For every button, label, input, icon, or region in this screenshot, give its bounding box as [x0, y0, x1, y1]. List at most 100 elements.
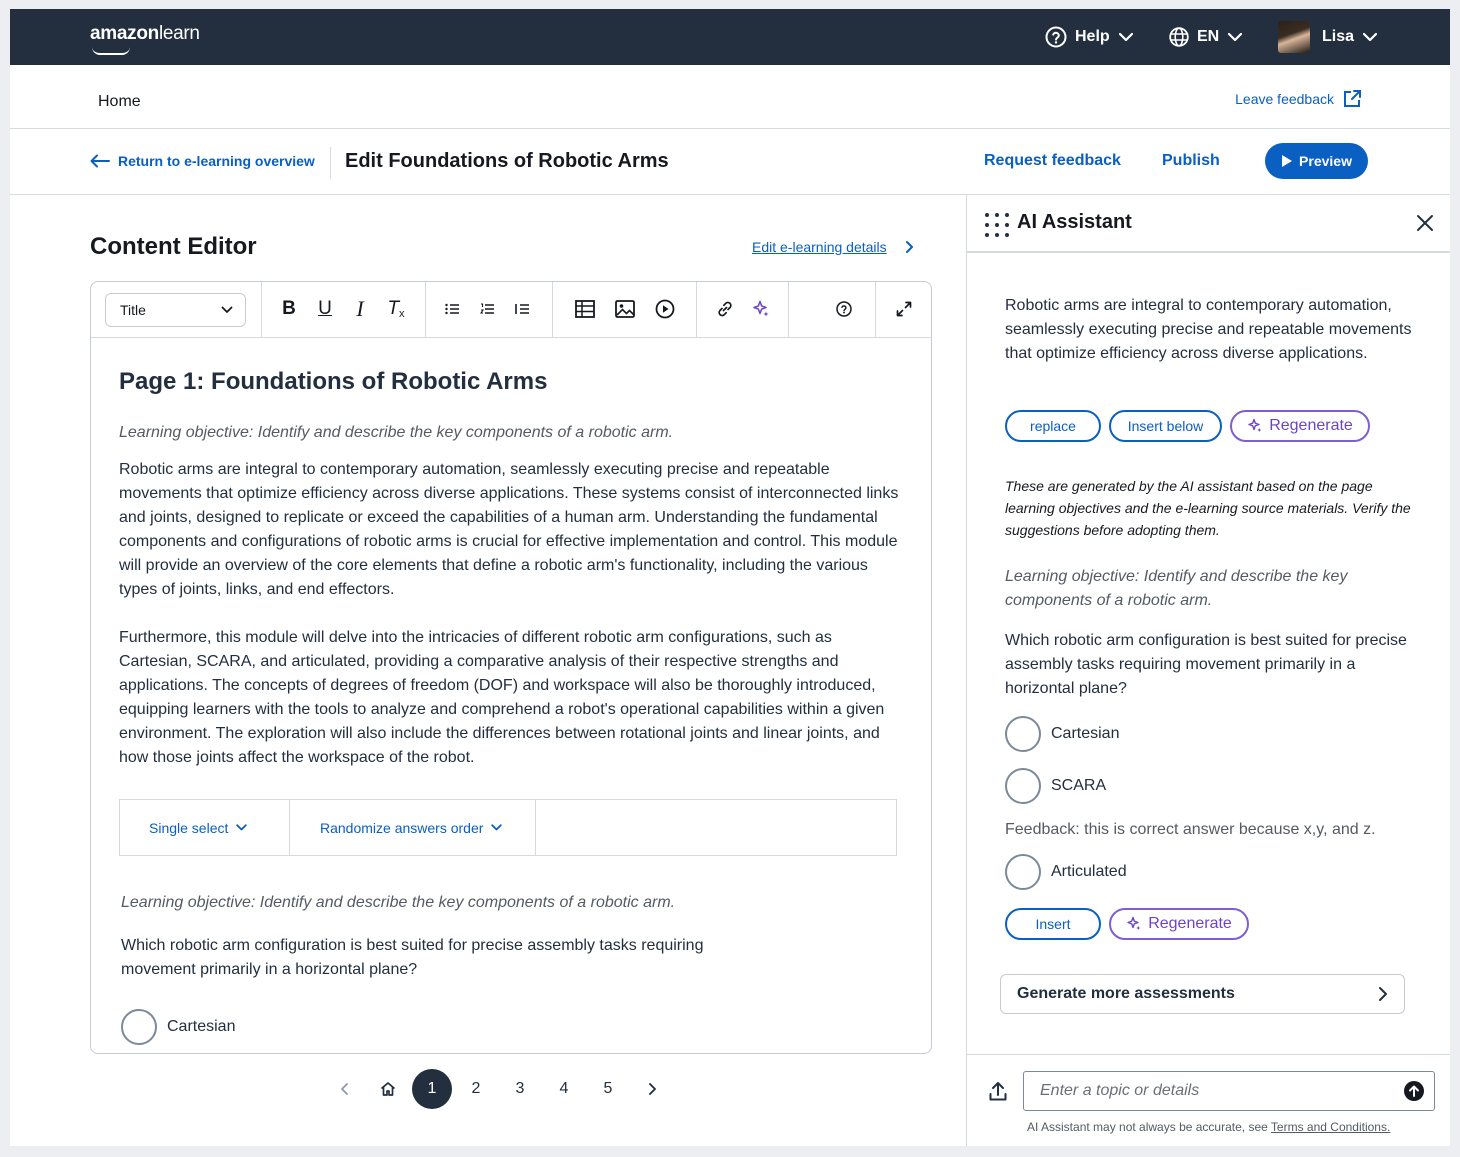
- request-feedback-button[interactable]: Request feedback: [984, 152, 1121, 170]
- amazon-learn-logo[interactable]: amazonlearn: [90, 23, 200, 55]
- ai-option-label: Cartesian: [1051, 725, 1120, 742]
- editor-toolbar: Title B U I Tx: [91, 282, 931, 338]
- page-button[interactable]: 3: [498, 1069, 542, 1109]
- logo-smile-icon: [92, 47, 130, 55]
- preview-label: Preview: [1299, 153, 1352, 169]
- toolbar-divider: [788, 282, 789, 338]
- question-type-label: Single select: [149, 819, 229, 836]
- help-icon: [1045, 26, 1067, 48]
- chevron-right-icon: [1379, 987, 1387, 1001]
- link-icon[interactable]: [712, 296, 738, 322]
- user-name: Lisa: [1322, 28, 1355, 45]
- table-icon[interactable]: [572, 296, 598, 322]
- logo-product: learn: [158, 23, 200, 44]
- video-icon[interactable]: [652, 296, 678, 322]
- return-link[interactable]: Return to e-learning overview: [90, 153, 315, 169]
- editor-paragraph-1: Robotic arms are integral to contemporar…: [119, 461, 899, 598]
- question-settings-bar: Single select Randomize answers order: [119, 799, 897, 856]
- avatar: [1278, 21, 1310, 53]
- answer-order-label: Randomize answers order: [320, 819, 484, 836]
- regenerate-label: Regenerate: [1269, 417, 1353, 434]
- page-button[interactable]: 4: [542, 1069, 586, 1109]
- logo-brand: amazon: [90, 23, 159, 44]
- question-bar-divider: [289, 800, 290, 855]
- ai-disclaimer-note: These are generated by the AI assistant …: [1005, 478, 1411, 538]
- editor-option[interactable]: Cartesian: [121, 1009, 235, 1045]
- radio-button[interactable]: [1005, 768, 1041, 804]
- send-icon[interactable]: [1404, 1081, 1424, 1101]
- editor-page-title: Page 1: Foundations of Robotic Arms: [119, 368, 548, 395]
- edit-details-label: Edit e-learning details: [752, 239, 887, 255]
- page-header: Return to e-learning overview Edit Found…: [10, 129, 1450, 195]
- bulleted-list-icon[interactable]: [439, 296, 465, 322]
- underline-icon[interactable]: U: [312, 296, 338, 322]
- ai-assistant-panel: AI Assistant Robotic arms are integral t…: [966, 195, 1450, 1146]
- help-menu[interactable]: Help: [1045, 9, 1134, 65]
- page-button[interactable]: 1: [410, 1069, 454, 1109]
- regenerate-assessment-button[interactable]: Regenerate: [1109, 908, 1249, 940]
- radio-button[interactable]: [1005, 854, 1041, 890]
- insert-below-button[interactable]: Insert below: [1109, 410, 1222, 442]
- numbered-list-icon[interactable]: [474, 296, 500, 322]
- page-button[interactable]: 2: [454, 1069, 498, 1109]
- indent-icon[interactable]: [509, 296, 535, 322]
- ai-option[interactable]: SCARA: [1005, 768, 1106, 804]
- leave-feedback-link[interactable]: Leave feedback: [1235, 89, 1362, 109]
- ai-prompt-footer: Enter a topic or details AI Assistant ma…: [967, 1054, 1450, 1146]
- fullscreen-icon[interactable]: [891, 296, 917, 322]
- question-type-select[interactable]: Single select: [149, 800, 248, 855]
- question-bar-divider: [535, 800, 536, 855]
- ai-option[interactable]: Cartesian: [1005, 716, 1119, 752]
- top-navigation-bar: amazonlearn Help EN Lisa: [10, 9, 1450, 65]
- chevron-right-icon: [905, 241, 913, 253]
- arrow-left-icon: [90, 154, 110, 168]
- ai-suggestion-text: Robotic arms are integral to contemporar…: [1005, 297, 1412, 362]
- bold-icon[interactable]: B: [276, 296, 302, 322]
- ai-option-feedback: Feedback: this is correct answer because…: [1005, 821, 1376, 838]
- language-menu[interactable]: EN: [1169, 9, 1243, 65]
- replace-button[interactable]: replace: [1005, 410, 1101, 442]
- drag-handle-icon[interactable]: [985, 213, 1009, 237]
- ai-assistant-header: AI Assistant: [967, 195, 1450, 253]
- chevron-down-icon: [236, 824, 248, 831]
- ai-option-label: Articulated: [1051, 863, 1127, 880]
- regenerate-button[interactable]: Regenerate: [1230, 410, 1370, 442]
- sparkle-icon: [1248, 418, 1262, 432]
- breadcrumb-home[interactable]: Home: [98, 93, 141, 111]
- ai-prompt-input[interactable]: Enter a topic or details: [1023, 1071, 1435, 1111]
- terms-link[interactable]: Terms and Conditions.: [1271, 1120, 1390, 1134]
- radio-button[interactable]: [1005, 716, 1041, 752]
- ai-accuracy-disclaimer: AI Assistant may not always be accurate,…: [1027, 1120, 1390, 1134]
- user-menu[interactable]: Lisa: [1278, 9, 1378, 65]
- editor-paragraph-2: Furthermore, this module will delve into…: [119, 629, 885, 766]
- ai-option-label: SCARA: [1051, 777, 1107, 794]
- ai-assistant-title: AI Assistant: [1017, 211, 1132, 233]
- publish-button[interactable]: Publish: [1162, 152, 1220, 170]
- image-icon[interactable]: [612, 296, 638, 322]
- chevron-down-icon: [1118, 32, 1133, 42]
- page-button[interactable]: 5: [586, 1069, 630, 1109]
- close-icon[interactable]: [1415, 213, 1435, 238]
- text-style-select[interactable]: Title: [105, 293, 246, 327]
- home-page-button[interactable]: [366, 1069, 410, 1109]
- help-label: Help: [1075, 28, 1110, 45]
- previous-page-button[interactable]: [322, 1069, 366, 1109]
- preview-button[interactable]: Preview: [1265, 143, 1368, 179]
- upload-icon[interactable]: [989, 1081, 1007, 1106]
- answer-order-select[interactable]: Randomize answers order: [320, 800, 503, 855]
- generate-more-assessments-button[interactable]: Generate more assessments: [1000, 974, 1405, 1014]
- clear-format-icon[interactable]: Tx: [383, 296, 409, 322]
- generate-more-label: Generate more assessments: [1017, 985, 1235, 1002]
- help-icon[interactable]: [831, 296, 857, 322]
- pagination: 1 2 3 4 5: [322, 1069, 674, 1109]
- ai-option[interactable]: Articulated: [1005, 854, 1127, 890]
- radio-button[interactable]: [121, 1009, 157, 1045]
- page-number: 1: [412, 1069, 452, 1109]
- edit-details-link[interactable]: Edit e-learning details: [752, 239, 915, 255]
- toolbar-divider: [552, 282, 553, 338]
- next-page-button[interactable]: [630, 1069, 674, 1109]
- insert-button[interactable]: Insert: [1005, 908, 1101, 940]
- ai-sparkle-icon[interactable]: [748, 296, 774, 322]
- italic-icon[interactable]: I: [347, 296, 373, 322]
- disclaimer-text: AI Assistant may not always be accurate,…: [1027, 1120, 1268, 1134]
